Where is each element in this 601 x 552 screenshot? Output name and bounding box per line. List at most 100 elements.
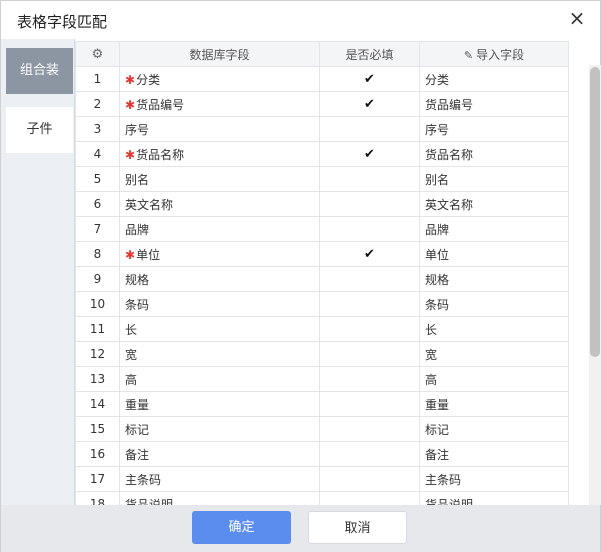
import-field-cell[interactable]: 高 [419, 366, 569, 392]
required-cell[interactable] [319, 341, 420, 367]
import-field-cell[interactable]: 重量 [419, 391, 569, 417]
table-row[interactable]: 4 ✱货品名称 ✔ 货品名称 [75, 141, 569, 167]
row-index: 3 [75, 116, 120, 142]
db-field-cell: 长 [119, 316, 320, 342]
required-cell[interactable] [319, 116, 420, 142]
check-icon: ✔ [364, 246, 375, 262]
import-field-cell[interactable]: 长 [419, 316, 569, 342]
required-cell[interactable] [319, 466, 420, 492]
table-row[interactable]: 10 条码 条码 [75, 291, 569, 317]
tab-combo[interactable]: 组合装 [6, 48, 73, 94]
row-index: 6 [75, 191, 120, 217]
import-field-cell[interactable]: 品牌 [419, 216, 569, 242]
table-row[interactable]: 14 重量 重量 [75, 391, 569, 417]
table-header-row: ⚙ 数据库字段 是否必填 ✎ 导入字段 [75, 41, 569, 67]
row-index: 12 [75, 341, 120, 367]
table-row[interactable]: 18 货品说明 货品说明 [75, 491, 569, 505]
import-field-cell[interactable]: 备注 [419, 441, 569, 467]
row-index: 1 [75, 66, 120, 92]
dialog-titlebar: 表格字段匹配 × [1, 1, 600, 39]
table-row[interactable]: 5 别名 别名 [75, 166, 569, 192]
close-icon[interactable]: × [566, 7, 588, 29]
required-cell[interactable] [319, 191, 420, 217]
db-field-cell: 品牌 [119, 216, 320, 242]
row-index: 17 [75, 466, 120, 492]
import-field-cell[interactable]: 英文名称 [419, 191, 569, 217]
import-field-cell[interactable]: 别名 [419, 166, 569, 192]
required-cell[interactable] [319, 441, 420, 467]
required-cell[interactable] [319, 216, 420, 242]
row-index: 16 [75, 441, 120, 467]
required-cell[interactable] [319, 416, 420, 442]
required-cell[interactable] [319, 166, 420, 192]
table-row[interactable]: 16 备注 备注 [75, 441, 569, 467]
db-field-label: 高 [125, 372, 138, 387]
required-cell[interactable]: ✔ [319, 141, 420, 167]
import-field-cell[interactable]: 货品名称 [419, 141, 569, 167]
row-index: 4 [75, 141, 120, 167]
import-field-cell[interactable]: 宽 [419, 341, 569, 367]
required-cell[interactable] [319, 266, 420, 292]
required-cell[interactable] [319, 291, 420, 317]
row-index: 9 [75, 266, 120, 292]
db-field-label: 别名 [125, 172, 150, 187]
tab-sub-item[interactable]: 子件 [6, 107, 73, 153]
import-field-cell[interactable]: 序号 [419, 116, 569, 142]
db-field-cell: ✱单位 [119, 241, 320, 267]
required-cell[interactable] [319, 391, 420, 417]
column-settings-header[interactable]: ⚙ [75, 41, 120, 67]
table-body: 1 ✱分类 ✔ 分类 2 ✱货品编号 ✔ 货品编号 3 序号 序号 4 ✱货品名称 ✔ 货品名称 5 别名 别名 6… [75, 66, 569, 505]
import-field-cell[interactable]: 标记 [419, 416, 569, 442]
import-field-cell[interactable]: 货品说明 [419, 491, 569, 505]
table-row[interactable]: 9 规格 规格 [75, 266, 569, 292]
import-field-header-label: 导入字段 [476, 47, 525, 62]
import-field-cell[interactable]: 条码 [419, 291, 569, 317]
db-field-cell: ✱货品编号 [119, 91, 320, 117]
db-field-cell: ✱货品名称 [119, 141, 320, 167]
db-field-label: 主条码 [125, 472, 162, 487]
table-row[interactable]: 17 主条码 主条码 [75, 466, 569, 492]
dialog-footer: 确定 取消 [1, 505, 600, 552]
confirm-button[interactable]: 确定 [192, 511, 291, 544]
table-row[interactable]: 15 标记 标记 [75, 416, 569, 442]
row-index: 15 [75, 416, 120, 442]
required-star-icon: ✱ [125, 72, 136, 87]
table-row[interactable]: 13 高 高 [75, 366, 569, 392]
db-field-label: 序号 [125, 122, 150, 137]
required-cell[interactable]: ✔ [319, 241, 420, 267]
table-row[interactable]: 7 品牌 品牌 [75, 216, 569, 242]
cancel-button[interactable]: 取消 [308, 511, 407, 544]
required-cell[interactable]: ✔ [319, 91, 420, 117]
table-row[interactable]: 2 ✱货品编号 ✔ 货品编号 [75, 91, 569, 117]
db-field-label: 单位 [136, 247, 161, 262]
scrollbar-thumb[interactable] [590, 67, 600, 357]
table-row[interactable]: 12 宽 宽 [75, 341, 569, 367]
required-cell[interactable]: ✔ [319, 66, 420, 92]
import-field-cell[interactable]: 单位 [419, 241, 569, 267]
db-field-cell: 别名 [119, 166, 320, 192]
import-field-cell[interactable]: 货品编号 [419, 91, 569, 117]
required-cell[interactable] [319, 366, 420, 392]
table-scrollbar[interactable] [589, 65, 601, 505]
import-field-cell[interactable]: 分类 [419, 66, 569, 92]
pencil-icon: ✎ [463, 48, 474, 62]
table-row[interactable]: 11 长 长 [75, 316, 569, 342]
required-star-icon: ✱ [125, 97, 136, 112]
db-field-cell: 序号 [119, 116, 320, 142]
table-row[interactable]: 3 序号 序号 [75, 116, 569, 142]
table-row[interactable]: 6 英文名称 英文名称 [75, 191, 569, 217]
import-field-cell[interactable]: 主条码 [419, 466, 569, 492]
required-cell[interactable] [319, 316, 420, 342]
check-icon: ✔ [364, 96, 375, 112]
import-field-header: ✎ 导入字段 [419, 41, 569, 67]
required-cell[interactable] [319, 491, 420, 505]
import-field-cell[interactable]: 规格 [419, 266, 569, 292]
check-icon: ✔ [364, 71, 375, 87]
table-row[interactable]: 1 ✱分类 ✔ 分类 [75, 66, 569, 92]
db-field-label: 规格 [125, 272, 150, 287]
gear-icon[interactable]: ⚙ [92, 47, 104, 62]
db-field-label: 长 [125, 322, 138, 337]
db-field-cell: 备注 [119, 441, 320, 467]
row-index: 10 [75, 291, 120, 317]
table-row[interactable]: 8 ✱单位 ✔ 单位 [75, 241, 569, 267]
